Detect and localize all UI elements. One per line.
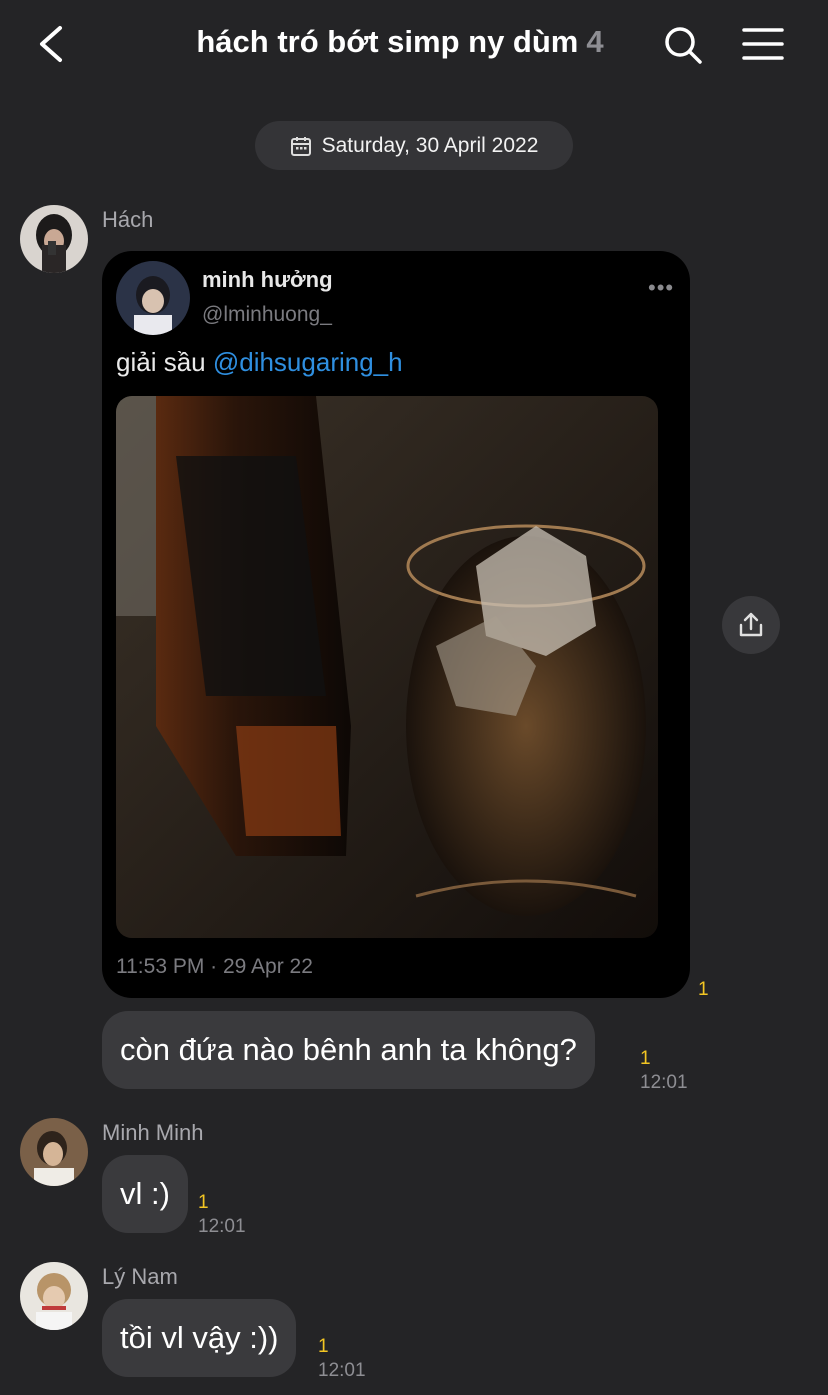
message-time: 12:01 bbox=[318, 1360, 366, 1381]
share-icon bbox=[739, 612, 763, 637]
message-bubble[interactable]: tồi vl vậy :)) bbox=[102, 1299, 297, 1377]
unread-count: 1 bbox=[318, 1336, 329, 1357]
message-bubble[interactable]: vl :) bbox=[102, 1155, 188, 1233]
back-button[interactable] bbox=[32, 24, 72, 64]
unread-count: 1 bbox=[198, 1192, 209, 1213]
avatar-ly-nam[interactable] bbox=[20, 1262, 88, 1330]
avatar-minh-minh[interactable] bbox=[20, 1118, 88, 1186]
message-bubble[interactable]: còn đứa nào bênh anh ta không? bbox=[102, 1011, 595, 1089]
message-text: vl :) bbox=[120, 1176, 170, 1211]
member-count: 4 bbox=[586, 24, 604, 59]
chat-name: hách tró bớt simp ny dùm bbox=[196, 24, 579, 59]
search-button[interactable] bbox=[662, 24, 704, 66]
date-text: Saturday, 30 April 2022 bbox=[321, 133, 539, 157]
chat-title: hách tró bớt simp ny dùm 4 bbox=[150, 24, 650, 60]
sender-name: Minh Minh bbox=[102, 1120, 204, 1145]
avatar-hach[interactable] bbox=[20, 205, 88, 273]
tweet-card[interactable]: minh hưởng @lminhuong_ ••• giải sầu @dih… bbox=[102, 251, 690, 998]
message-text: tồi vl vậy :)) bbox=[120, 1320, 279, 1355]
tweet-author-avatar bbox=[116, 261, 190, 335]
date-separator: Saturday, 30 April 2022 bbox=[255, 121, 573, 170]
tweet-text: giải sầu @dihsugaring_h bbox=[116, 347, 403, 378]
tweet-photo[interactable] bbox=[116, 396, 658, 938]
chevron-left-icon bbox=[40, 26, 62, 62]
tweet-mention[interactable]: @dihsugaring_h bbox=[213, 347, 403, 377]
tweet-author-handle: @lminhuong_ bbox=[202, 303, 332, 326]
more-icon[interactable]: ••• bbox=[648, 275, 674, 301]
tweet-timestamp: 11:53 PM · 29 Apr 22 bbox=[116, 955, 313, 978]
sender-name: Hách bbox=[102, 207, 154, 232]
tweet-author-name: minh hưởng bbox=[202, 267, 333, 292]
unread-count: 1 bbox=[640, 1048, 651, 1069]
message-text: còn đứa nào bênh anh ta không? bbox=[120, 1032, 577, 1067]
sender-name: Lý Nam bbox=[102, 1264, 178, 1289]
tweet-body: giải sầu bbox=[116, 347, 213, 377]
share-button[interactable] bbox=[722, 596, 780, 654]
menu-button[interactable] bbox=[740, 26, 786, 62]
unread-count: 1 bbox=[698, 979, 709, 1000]
message-time: 12:01 bbox=[640, 1072, 688, 1093]
search-icon bbox=[665, 27, 702, 64]
message-time: 12:01 bbox=[198, 1216, 246, 1237]
calendar-icon bbox=[290, 136, 311, 156]
hamburger-menu-icon bbox=[742, 28, 784, 60]
